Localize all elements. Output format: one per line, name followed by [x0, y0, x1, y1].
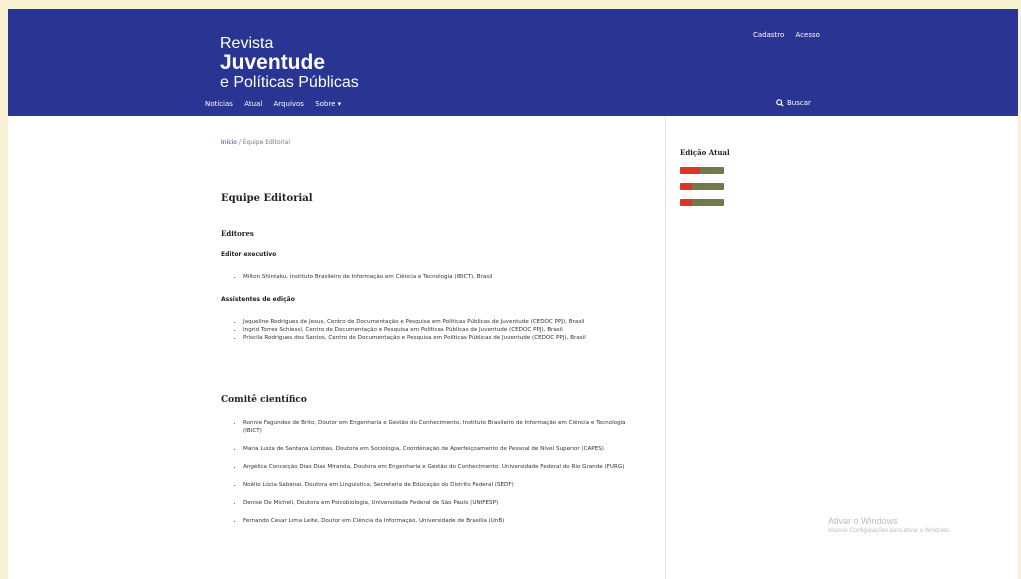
- list-item: Ronnie Fagundes de Brito, Doutor em Enge…: [243, 419, 643, 435]
- windows-activation-watermark: Ativar o Windows Acesse Configurações pa…: [828, 516, 951, 534]
- main-content: Início / Equipe Editorial Equipe Editori…: [205, 116, 665, 579]
- list-item: Priscila Rodrigues dos Santos, Centro de…: [243, 334, 633, 342]
- license-badge[interactable]: [680, 199, 724, 206]
- list-item: Milton Shintaku, Instituto Brasileiro de…: [243, 273, 663, 281]
- left-margin: [8, 116, 205, 579]
- list-item: Fernando César Lima Leite, Doutor em Ciê…: [243, 517, 643, 525]
- nav-item-arquivos[interactable]: Arquivos: [274, 100, 304, 108]
- site-logo[interactable]: Revista Juventude e Políticas Públicas: [220, 35, 359, 92]
- logo-line-1: Revista: [220, 35, 274, 52]
- logo-line-2: Juventude: [220, 51, 326, 74]
- sidebar: Edição Atual: [665, 116, 1011, 579]
- right-margin: [1010, 116, 1018, 579]
- register-link[interactable]: Cadastro: [753, 31, 784, 39]
- editores-heading: Editores: [221, 229, 254, 238]
- search-link[interactable]: Buscar: [776, 99, 811, 107]
- nav-item-atual[interactable]: Atual: [244, 100, 262, 108]
- comite-heading: Comitê científico: [221, 395, 307, 405]
- list-item: Angélica Conceição Dias Dias Miranda, Do…: [243, 463, 643, 471]
- user-links: Cadastro Acesso: [753, 31, 829, 39]
- assistentes-heading: Assistentes de edição: [221, 296, 295, 303]
- page-title: Equipe Editorial: [221, 193, 313, 204]
- list-item: Ingrid Torres Schiessl, Centro de Docume…: [243, 326, 633, 334]
- breadcrumb-separator: /: [238, 139, 241, 146]
- sidebar-title: Edição Atual: [680, 148, 730, 157]
- breadcrumb-current: Equipe Editorial: [242, 139, 291, 146]
- nav-item-sobre[interactable]: Sobre ▾: [315, 100, 341, 108]
- breadcrumb: Início / Equipe Editorial: [221, 139, 290, 146]
- editor-executivo-heading: Editor executivo: [221, 251, 277, 258]
- login-link[interactable]: Acesso: [796, 31, 820, 39]
- list-item: Maria Luiza de Santana Lombas, Doutora e…: [243, 445, 643, 453]
- logo-line-3: e Políticas Públicas: [220, 74, 359, 91]
- license-badge[interactable]: [680, 167, 724, 174]
- breadcrumb-home-link[interactable]: Início: [221, 139, 237, 146]
- search-label: Buscar: [787, 99, 811, 107]
- list-item: Denise De Micheli, Doutora em Psicobiolo…: [243, 499, 643, 507]
- list-item: Jaqueline Rodrigues de Jesus, Centro de …: [243, 318, 633, 326]
- license-badge[interactable]: [680, 183, 724, 190]
- primary-nav: Notícias Atual Arquivos Sobre ▾: [205, 100, 350, 108]
- assistentes-list: Jaqueline Rodrigues de Jesus, Centro de …: [229, 318, 633, 342]
- watermark-line-2: Acesse Configurações para ativar o Windo…: [828, 528, 951, 534]
- editor-executivo-list: Milton Shintaku, Instituto Brasileiro de…: [229, 273, 663, 281]
- comite-list: Ronnie Fagundes de Brito, Doutor em Enge…: [229, 419, 643, 535]
- watermark-line-1: Ativar o Windows: [828, 516, 898, 526]
- site-header: Revista Juventude e Políticas Públicas C…: [8, 9, 1018, 116]
- list-item: Noêlio Lúcia Sabanai, Doutora em Linguís…: [243, 481, 643, 489]
- nav-item-noticias[interactable]: Notícias: [205, 100, 233, 108]
- search-icon: [776, 99, 784, 107]
